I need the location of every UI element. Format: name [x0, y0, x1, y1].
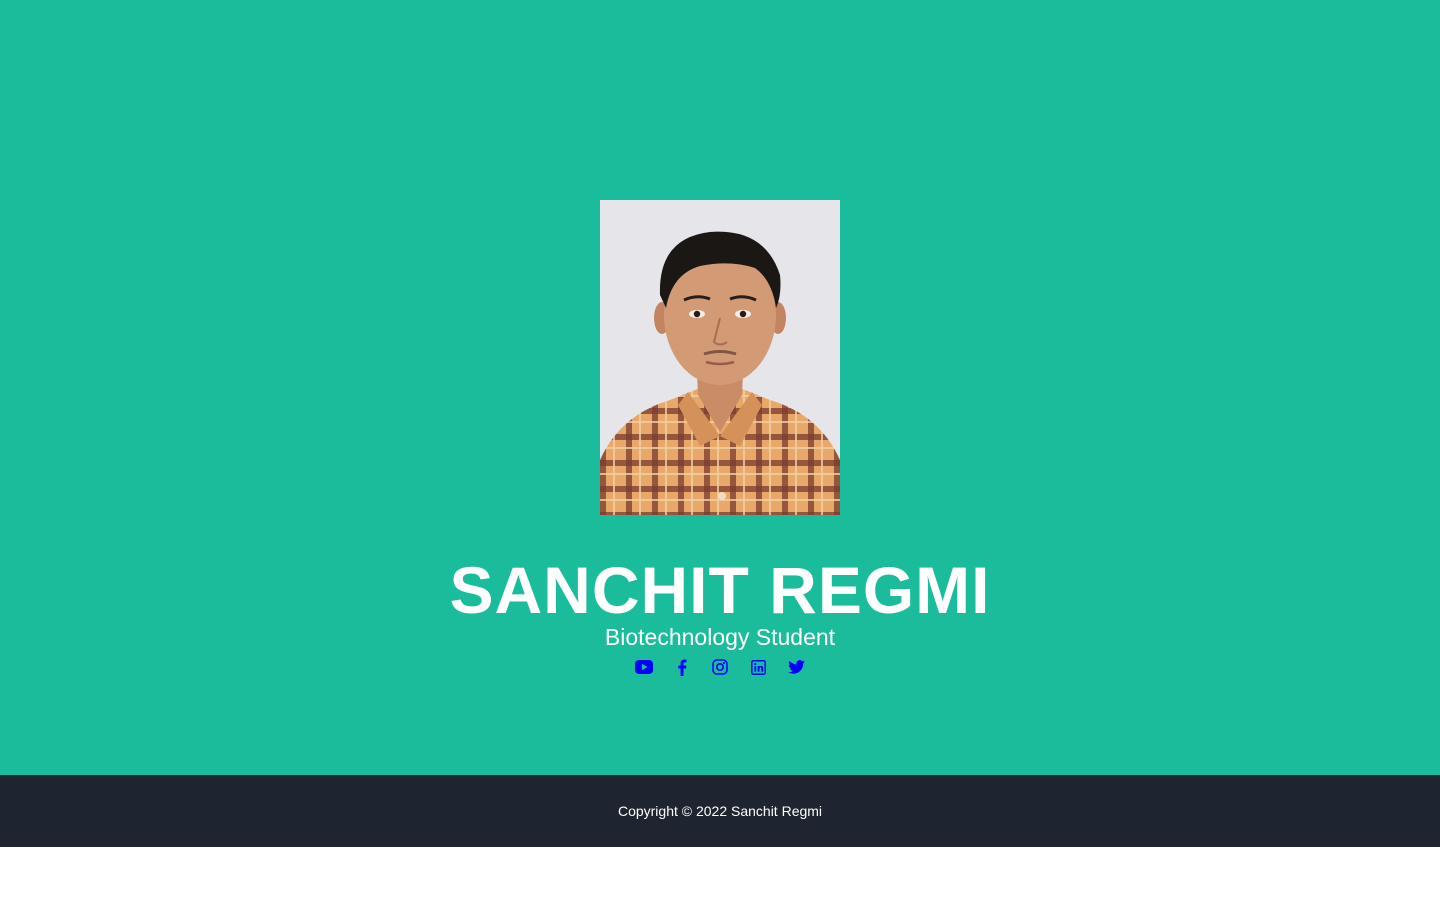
twitter-link[interactable] — [786, 657, 806, 677]
youtube-link[interactable] — [634, 657, 654, 677]
instagram-link[interactable] — [710, 657, 730, 677]
hero-section: SANCHIT REGMI Biotechnology Student — [0, 0, 1440, 775]
linkedin-link[interactable] — [748, 657, 768, 677]
social-links — [0, 656, 1440, 678]
profile-photo — [600, 200, 840, 515]
facebook-icon — [678, 659, 687, 676]
copyright-text: Copyright © 2022 Sanchit Regmi — [617, 803, 823, 819]
profile-title: Biotechnology Student — [604, 624, 836, 650]
facebook-link[interactable] — [672, 657, 692, 677]
youtube-icon — [635, 660, 653, 674]
footer: Copyright © 2022 Sanchit Regmi — [0, 775, 1440, 847]
instagram-icon — [712, 659, 728, 675]
linkedin-icon — [750, 659, 766, 675]
twitter-icon — [787, 660, 805, 674]
profile-name: SANCHIT REGMI — [449, 553, 991, 627]
